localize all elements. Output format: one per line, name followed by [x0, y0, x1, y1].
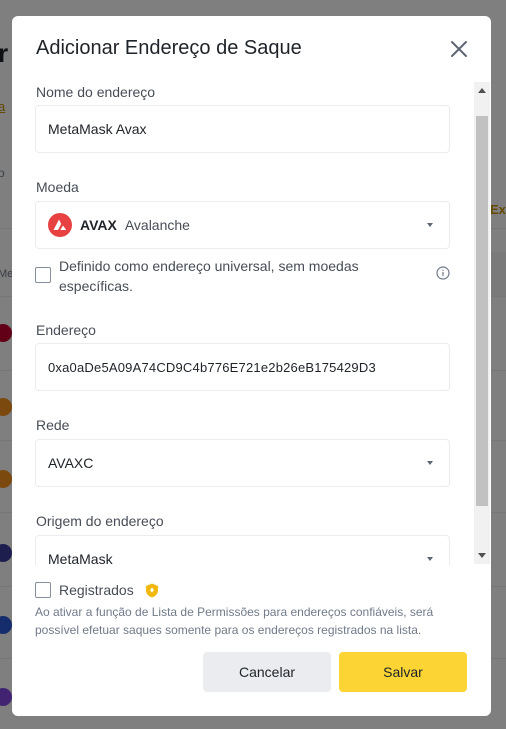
info-icon[interactable] [436, 266, 450, 280]
add-withdrawal-address-modal: Adicionar Endereço de Saque Nome do ende… [12, 16, 491, 716]
currency-name: Avalanche [124, 217, 190, 233]
address-label: Endereço [36, 322, 96, 338]
scroll-down-arrow-icon[interactable] [478, 553, 486, 558]
registered-label: Registrados [59, 582, 134, 598]
address-input[interactable]: 0xa0aDe5A09A74CD9C4b776E721e2b26eB175429… [35, 343, 450, 391]
whitelist-shield-icon [145, 583, 159, 598]
network-select[interactable]: AVAXC [35, 439, 450, 487]
network-value: AVAXC [48, 455, 94, 471]
form-scroll-area[interactable]: Nome do endereço MetaMask Avax Moeda AVA… [12, 80, 491, 565]
currency-label: Moeda [36, 179, 79, 195]
universal-address-label: Definido como endereço universal, sem mo… [59, 258, 359, 294]
cancel-button[interactable]: Cancelar [203, 652, 331, 692]
address-origin-select[interactable]: MetaMask [35, 535, 450, 565]
modal-title: Adicionar Endereço de Saque [36, 37, 302, 59]
whitelist-note: Ao ativar a função de Lista de Permissõe… [35, 605, 434, 637]
close-icon[interactable] [448, 38, 470, 60]
currency-symbol: AVAX [80, 217, 117, 233]
address-origin-label: Origem do endereço [36, 513, 164, 529]
address-name-input[interactable]: MetaMask Avax [35, 105, 450, 153]
scrollbar-thumb[interactable] [476, 116, 488, 506]
avalanche-icon [48, 213, 72, 237]
chevron-down-icon [427, 557, 433, 561]
currency-select[interactable]: AVAX Avalanche [35, 201, 450, 249]
address-value: 0xa0aDe5A09A74CD9C4b776E721e2b26eB175429… [48, 359, 376, 375]
chevron-down-icon [427, 223, 433, 227]
save-button[interactable]: Salvar [339, 652, 467, 692]
chevron-down-icon [427, 461, 433, 465]
registered-checkbox[interactable] [35, 582, 51, 598]
universal-address-checkbox[interactable] [35, 267, 51, 283]
address-origin-value: MetaMask [48, 551, 113, 565]
address-name-value: MetaMask Avax [48, 121, 147, 137]
scrollbar[interactable] [474, 82, 490, 564]
scroll-up-arrow-icon[interactable] [478, 88, 486, 93]
network-label: Rede [36, 417, 70, 433]
address-name-label: Nome do endereço [36, 84, 156, 100]
